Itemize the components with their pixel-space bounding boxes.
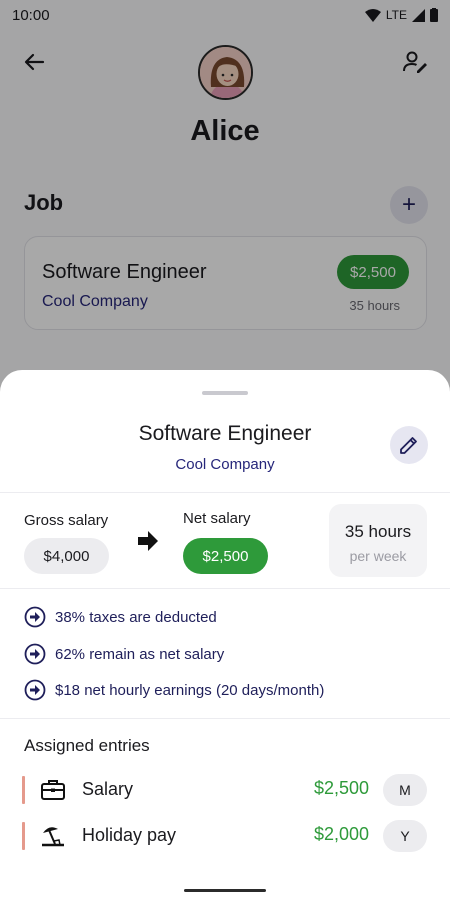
arrow-circle-icon xyxy=(24,606,46,628)
divider xyxy=(0,492,450,493)
entry-holiday-pay[interactable]: Holiday pay $2,000 Y xyxy=(22,820,427,852)
entry-color-bar xyxy=(22,822,25,850)
arrow-circle-icon xyxy=(24,643,46,665)
info-text: $18 net hourly earnings (20 days/month) xyxy=(55,681,325,699)
beach-icon xyxy=(42,827,64,847)
entry-color-bar xyxy=(22,776,25,804)
briefcase-icon xyxy=(41,780,65,800)
net-salary-label: Net salary xyxy=(183,510,251,527)
divider xyxy=(0,588,450,589)
divider xyxy=(0,718,450,719)
job-details-sheet: Software Engineer Cool Company Gross sal… xyxy=(0,370,450,900)
assigned-entries-title: Assigned entries xyxy=(24,736,150,755)
gesture-nav-handle[interactable] xyxy=(184,889,266,892)
sheet-drag-handle[interactable] xyxy=(202,391,248,395)
entry-label: Salary xyxy=(82,779,134,799)
hours-period: per week xyxy=(349,548,407,564)
entry-frequency-chip[interactable]: M xyxy=(383,774,427,806)
net-salary-value: $2,500 xyxy=(183,538,268,574)
pencil-icon xyxy=(400,437,417,454)
arrow-circle-icon xyxy=(24,679,46,701)
entry-salary[interactable]: Salary $2,500 M xyxy=(22,774,427,806)
info-row-net-percent: 62% remain as net salary xyxy=(24,643,224,665)
sheet-job-title: Software Engineer xyxy=(138,422,312,445)
gross-salary-value: $4,000 xyxy=(24,538,109,574)
hours-box: 35 hours per week xyxy=(329,504,427,577)
arrow-right-icon xyxy=(138,531,158,551)
entry-amount: $2,000 xyxy=(313,824,369,844)
gross-salary-label: Gross salary xyxy=(24,512,109,529)
entry-frequency-chip[interactable]: Y xyxy=(383,820,427,852)
edit-job-button[interactable] xyxy=(390,426,428,464)
info-row-hourly: $18 net hourly earnings (20 days/month) xyxy=(24,679,324,701)
sheet-company: Cool Company xyxy=(175,456,275,473)
info-text: 38% taxes are deducted xyxy=(55,608,217,626)
entry-label: Holiday pay xyxy=(82,825,177,845)
entry-amount: $2,500 xyxy=(313,778,369,798)
hours-value: 35 hours xyxy=(344,522,412,541)
info-text: 62% remain as net salary xyxy=(55,645,225,663)
info-row-taxes: 38% taxes are deducted xyxy=(24,606,217,628)
